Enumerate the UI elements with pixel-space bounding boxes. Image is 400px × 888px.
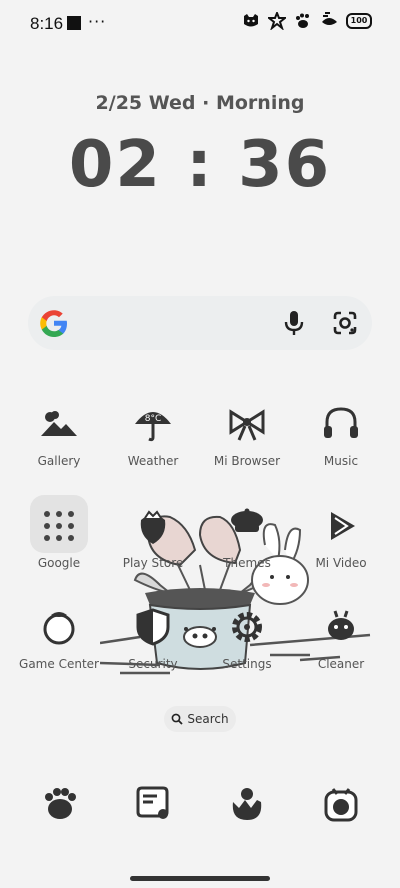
app-label: Mi Video — [315, 556, 367, 570]
mountain-cloud-icon — [41, 411, 77, 436]
notification-square-icon — [67, 16, 81, 30]
app-label: Google — [37, 556, 81, 570]
home-indicator[interactable] — [130, 876, 270, 881]
status-icons: 100 — [242, 12, 372, 30]
app-label: Cleaner — [317, 657, 365, 671]
app-security[interactable]: Security — [108, 607, 198, 671]
app-mi-browser[interactable]: Mi Browser — [202, 404, 292, 468]
umbrella-icon: 8°C — [135, 412, 171, 442]
app-mi-video[interactable]: Mi Video — [296, 506, 386, 570]
clock-time[interactable]: 02 : 36 — [0, 128, 400, 202]
app-weather[interactable]: 8°C Weather — [108, 404, 198, 468]
app-label: Themes — [223, 556, 271, 570]
camera-icon[interactable] — [321, 784, 361, 824]
app-label: Play Store — [122, 556, 184, 570]
search-label: Search — [187, 712, 229, 726]
wifi-fish-icon — [322, 12, 337, 25]
app-label: Settings — [222, 657, 272, 671]
battery-icon: 100 — [346, 13, 372, 29]
bow-icon — [229, 409, 265, 441]
play-icon — [331, 512, 355, 540]
app-play-store[interactable]: Play Store — [108, 506, 198, 570]
app-settings[interactable]: Settings — [202, 607, 292, 671]
message-bubble-icon[interactable] — [133, 784, 173, 824]
app-music[interactable]: Music — [296, 404, 386, 468]
app-label: Game Center — [19, 657, 99, 671]
google-search-bar[interactable] — [28, 296, 372, 350]
strawberry-icon — [140, 510, 166, 544]
search-icon — [171, 713, 184, 725]
chick-icon[interactable] — [227, 784, 267, 824]
app-drawer-search-button[interactable]: Search — [164, 706, 236, 732]
date-label[interactable]: 2/25 Wed · Morning — [0, 92, 400, 114]
app-label: Security — [128, 657, 178, 671]
google-logo-icon[interactable] — [38, 307, 70, 339]
app-label: Gallery — [37, 454, 81, 468]
status-bar: 8:16 ··· 100 — [0, 0, 400, 48]
beret-icon — [231, 508, 263, 532]
more-notifications-icon: ··· — [88, 12, 107, 31]
microphone-icon[interactable] — [282, 309, 306, 337]
folder-icon — [44, 511, 74, 541]
app-cleaner[interactable]: Cleaner — [296, 607, 386, 671]
sparkle-icon — [268, 12, 286, 30]
tomato-icon — [43, 612, 75, 645]
app-folder-google[interactable]: Google — [14, 506, 104, 570]
cat-face-icon — [244, 14, 258, 27]
app-themes[interactable]: Themes — [202, 506, 292, 570]
weather-temp: 8°C — [145, 414, 162, 424]
gear-icon — [232, 612, 262, 642]
google-lens-icon[interactable] — [332, 310, 358, 336]
headphones-icon — [324, 407, 358, 438]
status-time: 8:16 — [30, 14, 64, 33]
shield-icon — [136, 608, 170, 646]
app-label: Weather — [127, 454, 179, 468]
app-gallery[interactable]: Gallery — [14, 404, 104, 468]
app-game-center[interactable]: Game Center — [14, 607, 104, 671]
app-label: Music — [323, 454, 359, 468]
paw-phone-icon[interactable] — [40, 784, 80, 824]
app-label: Mi Browser — [213, 454, 281, 468]
cleaner-bot-icon — [328, 610, 354, 640]
paw-icon — [296, 13, 309, 28]
